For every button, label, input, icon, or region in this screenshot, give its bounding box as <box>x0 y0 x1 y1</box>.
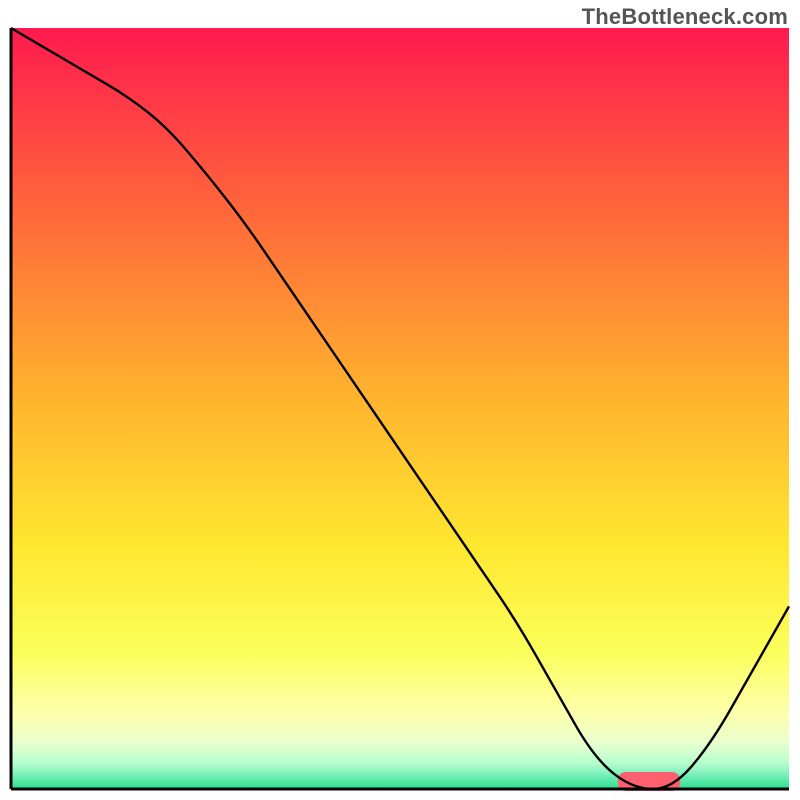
chart-background <box>11 28 789 789</box>
chart-root: TheBottleneck.com <box>0 0 800 800</box>
bottleneck-chart <box>0 0 800 800</box>
